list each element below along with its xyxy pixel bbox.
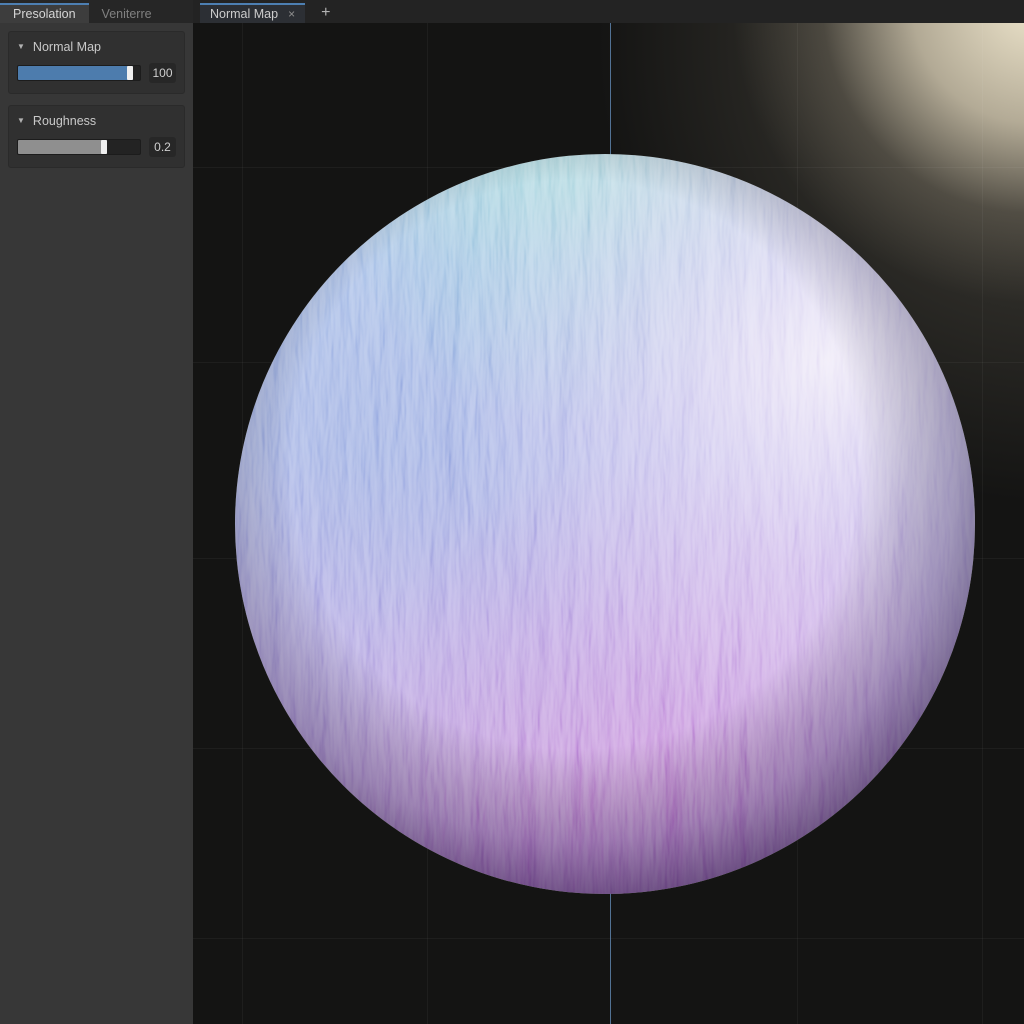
grid-line	[193, 938, 1024, 939]
panel-tab-bar: Presolation Veniterre	[0, 0, 193, 23]
tab-presolation[interactable]: Presolation	[0, 3, 89, 23]
normal-map-slider-row: 100	[17, 63, 176, 83]
normal-map-group-header[interactable]: ▼ Normal Map	[17, 40, 176, 54]
viewport-tab-normal-map[interactable]: Normal Map ×	[200, 3, 305, 23]
roughness-slider[interactable]	[17, 139, 141, 155]
tab-veniterre-label: Veniterre	[102, 7, 152, 21]
roughness-group: ▼ Roughness 0.2	[8, 105, 185, 168]
roughness-slider-row: 0.2	[17, 137, 176, 157]
roughness-group-label: Roughness	[33, 114, 96, 128]
tab-veniterre[interactable]: Veniterre	[89, 3, 165, 23]
normal-map-slider-handle[interactable]	[127, 66, 133, 80]
material-preview-sphere[interactable]	[233, 152, 977, 896]
properties-panel: Presolation Veniterre ▼ Normal Map 100	[0, 0, 193, 1024]
panel-body: ▼ Normal Map 100 ▼ Roughness	[0, 23, 193, 187]
grid-line	[982, 23, 983, 1024]
viewport-pane: Normal Map × +	[193, 0, 1024, 1024]
roughness-value-field[interactable]: 0.2	[149, 137, 176, 157]
collapse-caret-icon: ▼	[17, 117, 25, 125]
viewport-tab-bar: Normal Map × +	[193, 0, 1024, 23]
roughness-group-header[interactable]: ▼ Roughness	[17, 114, 176, 128]
collapse-caret-icon: ▼	[17, 43, 25, 51]
viewport-tab-label: Normal Map	[210, 7, 278, 21]
viewport-canvas[interactable]	[193, 23, 1024, 1024]
roughness-slider-handle[interactable]	[101, 140, 107, 154]
material-editor-app: Presolation Veniterre ▼ Normal Map 100	[0, 0, 1024, 1024]
close-tab-icon[interactable]: ×	[288, 8, 295, 20]
normal-map-group: ▼ Normal Map 100	[8, 31, 185, 94]
normal-map-value-field[interactable]: 100	[149, 63, 176, 83]
roughness-slider-fill	[18, 140, 107, 154]
normal-map-slider-fill	[18, 66, 133, 80]
tab-presolation-label: Presolation	[13, 7, 76, 21]
normal-map-slider[interactable]	[17, 65, 141, 81]
add-tab-button[interactable]: +	[315, 5, 336, 21]
normal-map-group-label: Normal Map	[33, 40, 101, 54]
